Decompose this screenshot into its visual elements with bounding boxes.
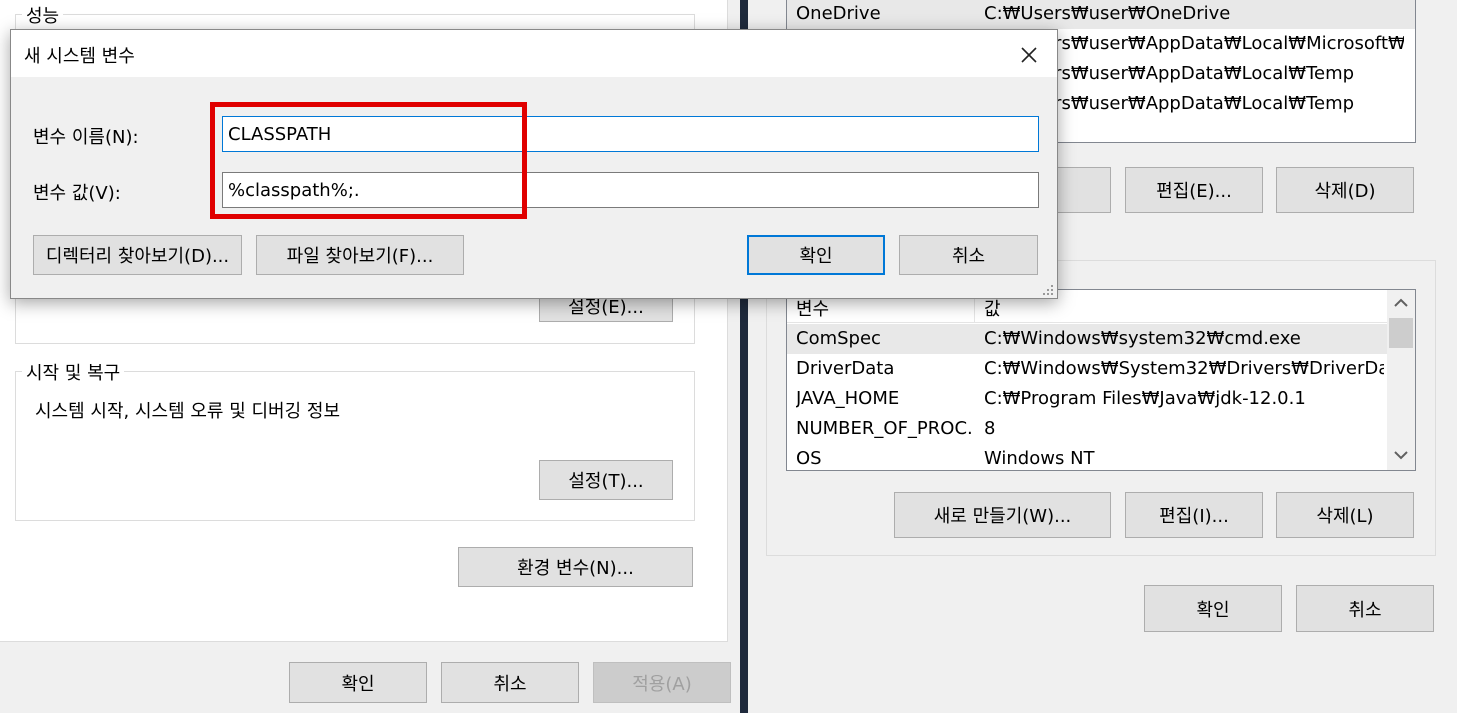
ok-button[interactable]: 확인 [289,662,427,703]
dialog-ok-button[interactable]: 확인 [747,235,885,275]
cancel-button[interactable]: 취소 [441,662,579,703]
list-item[interactable]: OneDrive C:₩Users₩user₩OneDrive [787,0,1415,29]
variable-value: C:₩Users₩user₩OneDrive [984,3,1231,24]
browse-directory-button[interactable]: 디렉터리 찾아보기(D)... [33,235,242,275]
new-system-variable-dialog: 새 시스템 변수 변수 이름(N): 변수 값(V): 디렉터리 찾아보기(D)… [10,29,1058,299]
list-item[interactable]: OS Windows NT [787,444,1387,470]
system-variables-list[interactable]: 변수 값 ComSpec C:₩Windows₩system32₩cmd.exe… [786,289,1416,471]
env-cancel-button[interactable]: 취소 [1296,585,1434,632]
variable-name: OneDrive [796,3,881,24]
variable-name: DriverData [796,358,895,379]
system-delete-button[interactable]: 삭제(L) [1276,492,1414,538]
list-item[interactable]: DriverData C:₩Windows₩System32₩Drivers₩D… [787,354,1387,384]
scroll-up-arrow-icon[interactable] [1387,290,1415,316]
list-item[interactable]: JAVA_HOME C:₩Program Files₩Java₩jdk-12.0… [787,384,1387,414]
variable-name: ComSpec [796,328,881,349]
list-item[interactable]: ComSpec C:₩Windows₩system32₩cmd.exe [787,324,1387,354]
dialog-title: 새 시스템 변수 [24,46,135,67]
startup-settings-button[interactable]: 설정(T)... [539,460,673,500]
list-item[interactable]: NUMBER_OF_PROC... 8 [787,414,1387,444]
variable-name: NUMBER_OF_PROC... [796,418,974,439]
variable-value: Windows NT [984,448,1095,469]
close-icon[interactable] [1014,40,1042,68]
user-delete-button[interactable]: 삭제(D) [1276,167,1414,213]
startup-recovery-group-label: 시작 및 복구 [22,359,125,385]
variable-name: OS [796,448,822,469]
dialog-cancel-button[interactable]: 취소 [899,235,1038,275]
variable-name: JAVA_HOME [796,388,900,409]
apply-button[interactable]: 적용(A) [593,662,731,703]
scroll-down-arrow-icon[interactable] [1387,442,1415,468]
scrollbar-thumb[interactable] [1389,318,1413,348]
environment-variables-button[interactable]: 환경 변수(N)... [458,547,693,587]
variable-value-label: 변수 값(V): [33,183,121,204]
system-new-button[interactable]: 새로 만들기(W)... [894,492,1111,538]
user-edit-button[interactable]: 편집(E)... [1125,167,1263,213]
vertical-scrollbar[interactable] [1387,290,1415,470]
variable-name-label: 변수 이름(N): [33,127,139,148]
variable-value: C:₩Windows₩system32₩cmd.exe [984,328,1301,349]
highlight-box [210,102,527,219]
env-ok-button[interactable]: 확인 [1144,585,1282,632]
dialog-title-bar[interactable]: 새 시스템 변수 [11,30,1057,77]
system-edit-button[interactable]: 편집(I)... [1125,492,1263,538]
variable-value: C:₩Program Files₩Java₩jdk-12.0.1 [984,388,1306,409]
performance-group-label: 성능 [22,2,64,28]
resize-grip-icon[interactable] [1041,282,1055,296]
variable-value: C:₩Windows₩System32₩Drivers₩DriverData [984,358,1384,379]
startup-description: 시스템 시작, 시스템 오류 및 디버깅 정보 [35,401,341,422]
variable-value: 8 [984,418,996,439]
browse-file-button[interactable]: 파일 찾아보기(F)... [256,235,464,275]
